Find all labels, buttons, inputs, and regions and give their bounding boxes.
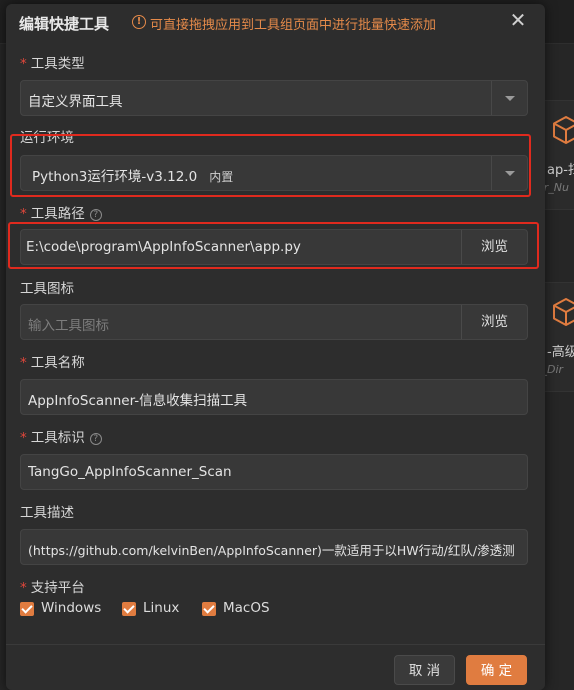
tool-type-select[interactable]: 自定义界面工具 bbox=[20, 80, 528, 116]
question-icon[interactable]: ? bbox=[89, 433, 102, 445]
dialog-title: 编辑快捷工具 bbox=[19, 15, 110, 33]
tool-name-label-text: 工具名称 bbox=[30, 355, 85, 371]
tool-id-label-text: 工具标识 bbox=[30, 430, 85, 446]
required-mark: * bbox=[20, 206, 27, 222]
tool-path-label: * 工具路径? bbox=[20, 202, 102, 222]
checkbox-label: Linux bbox=[143, 600, 180, 616]
tool-icon-placeholder: 输入工具图标 bbox=[28, 318, 109, 334]
platforms-label: * 支持平台 bbox=[20, 576, 85, 596]
background-card-title: ap-扫 bbox=[547, 163, 574, 178]
dialog-footer: 取 消 确 定 bbox=[6, 644, 545, 690]
required-mark: * bbox=[20, 580, 27, 596]
tool-path-label-text: 工具路径 bbox=[30, 206, 85, 222]
tool-name-value: AppInfoScanner-信息收集扫描工具 bbox=[28, 393, 248, 409]
dialog-header: 编辑快捷工具 ! 可直接拖拽应用到工具组页面中进行批量快速添加 ✕ bbox=[6, 4, 545, 42]
tool-id-label: * 工具标识? bbox=[20, 426, 102, 446]
tool-icon-input[interactable]: 输入工具图标 浏览 bbox=[20, 304, 528, 340]
tool-desc-label: 工具描述 bbox=[20, 505, 74, 521]
info-icon: ! bbox=[132, 15, 146, 29]
cube-icon bbox=[553, 298, 574, 326]
required-mark: * bbox=[20, 56, 27, 72]
tool-icon-browse-button[interactable]: 浏览 bbox=[461, 305, 527, 339]
checkbox-checked-icon[interactable] bbox=[202, 602, 216, 616]
question-icon[interactable]: ? bbox=[89, 209, 102, 221]
cancel-button[interactable]: 取 消 bbox=[394, 655, 455, 685]
cube-icon bbox=[553, 116, 574, 144]
tool-id-input[interactable]: TangGo_AppInfoScanner_Scan bbox=[20, 454, 528, 490]
checkbox-label: MacOS bbox=[223, 600, 270, 616]
tool-type-value: 自定义界面工具 bbox=[28, 94, 123, 110]
required-mark: * bbox=[20, 430, 27, 446]
highlight-box-path bbox=[8, 222, 539, 269]
tool-desc-value: (https://github.com/kelvinBen/AppInfoSca… bbox=[28, 543, 515, 558]
close-icon[interactable]: ✕ bbox=[506, 9, 530, 33]
dialog-hint: 可直接拖拽应用到工具组页面中进行批量快速添加 bbox=[150, 18, 437, 33]
tool-id-value: TangGo_AppInfoScanner_Scan bbox=[28, 464, 232, 480]
required-mark: * bbox=[20, 355, 27, 371]
edit-shortcut-tool-dialog: 编辑快捷工具 ! 可直接拖拽应用到工具组页面中进行批量快速添加 ✕ * 工具类型 … bbox=[6, 4, 545, 690]
highlight-box-runtime bbox=[10, 134, 531, 197]
tool-name-label: * 工具名称 bbox=[20, 351, 85, 371]
tool-type-label-text: 工具类型 bbox=[30, 56, 85, 72]
chevron-down-icon[interactable] bbox=[491, 81, 527, 115]
background-card-title: -高级 bbox=[547, 345, 574, 360]
checkbox-label: Windows bbox=[41, 600, 102, 616]
platforms-label-text: 支持平台 bbox=[30, 580, 85, 596]
tool-icon-label: 工具图标 bbox=[20, 281, 74, 297]
confirm-button[interactable]: 确 定 bbox=[466, 655, 527, 685]
checkbox-checked-icon[interactable] bbox=[20, 602, 34, 616]
tool-name-input[interactable]: AppInfoScanner-信息收集扫描工具 bbox=[20, 379, 528, 415]
tool-type-label: * 工具类型 bbox=[20, 52, 85, 72]
checkbox-checked-icon[interactable] bbox=[122, 602, 136, 616]
tool-desc-input[interactable]: (https://github.com/kelvinBen/AppInfoSca… bbox=[20, 529, 528, 565]
